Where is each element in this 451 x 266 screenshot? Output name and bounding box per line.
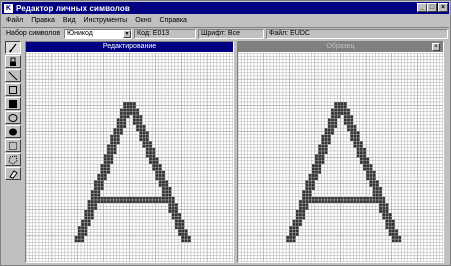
hollow-ellipse-icon[interactable] — [5, 111, 21, 124]
maximize-icon[interactable]: □ — [427, 3, 437, 12]
minimize-icon[interactable]: _ — [417, 3, 427, 12]
menu-tools[interactable]: Инструменты — [80, 17, 132, 24]
reference-pane: Образец × — [237, 41, 444, 263]
window-title: Редактор личных символов — [16, 3, 130, 13]
freeform-selection-icon[interactable] — [5, 153, 21, 166]
menu-window[interactable]: Окно — [131, 17, 155, 24]
app-icon[interactable]: K — [4, 3, 13, 13]
toolbox — [5, 41, 21, 181]
close-icon[interactable]: × — [438, 3, 448, 12]
grid-lines — [238, 53, 443, 262]
edit-pane: Редактирование — [25, 41, 234, 263]
code-field: Код: E013 — [134, 29, 196, 39]
rectangular-selection-icon[interactable] — [5, 139, 21, 152]
menu-bar: Файл Правка Вид Инструменты Окно Справка — [2, 15, 449, 26]
reference-close-icon[interactable]: × — [432, 43, 440, 51]
line-icon[interactable] — [5, 69, 21, 82]
eraser-icon[interactable] — [5, 167, 21, 180]
charset-label: Набор символов — [6, 30, 61, 37]
reference-grid — [238, 53, 443, 262]
menu-view[interactable]: Вид — [59, 17, 80, 24]
chevron-down-icon[interactable]: ▼ — [123, 30, 131, 38]
font-field: Шрифт: Все — [198, 29, 264, 39]
charset-select[interactable]: Юникод ▼ — [64, 29, 132, 39]
file-field: Файл: EUDC — [266, 29, 448, 39]
edit-grid[interactable] — [26, 53, 233, 262]
filled-rectangle-icon[interactable] — [5, 97, 21, 110]
filled-ellipse-icon[interactable] — [5, 125, 21, 138]
title-bar[interactable]: K Редактор личных символов _ □ × — [2, 2, 449, 14]
brush-icon[interactable] — [5, 55, 21, 68]
grid-lines — [26, 53, 233, 262]
pencil-icon[interactable] — [5, 41, 21, 54]
info-bar: Набор символов Юникод ▼ Код: E013 Шрифт:… — [2, 27, 449, 39]
hollow-rectangle-icon[interactable] — [5, 83, 21, 96]
edit-pane-header: Редактирование — [26, 42, 233, 52]
menu-file[interactable]: Файл — [2, 17, 27, 24]
menu-help[interactable]: Справка — [155, 17, 190, 24]
menu-edit[interactable]: Правка — [27, 17, 59, 24]
eudc-editor-window: K Редактор личных символов _ □ × Файл Пр… — [0, 0, 451, 266]
charset-value: Юникод — [67, 30, 93, 37]
reference-pane-header: Образец — [238, 42, 443, 52]
